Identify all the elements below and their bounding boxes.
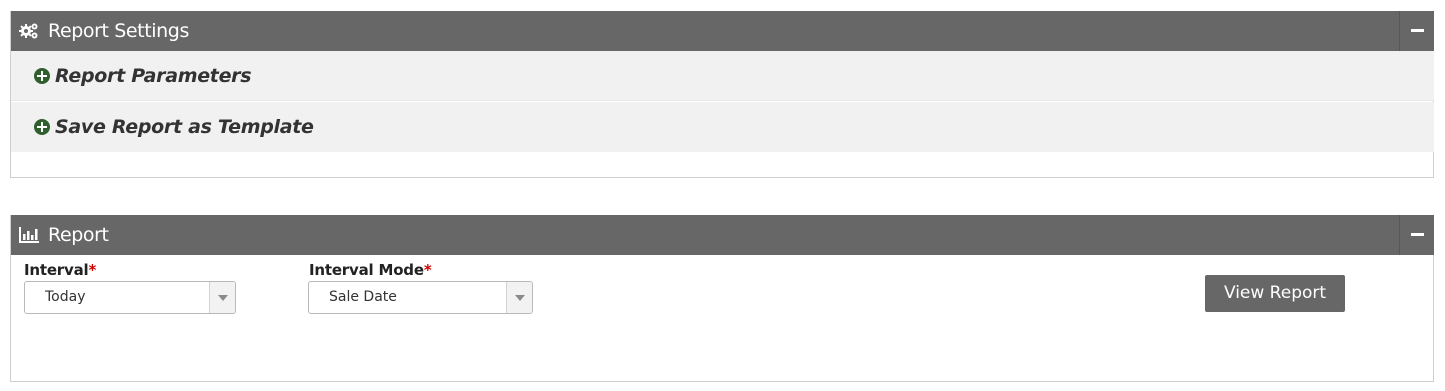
caret-down-icon — [218, 295, 228, 301]
required-mark: * — [88, 261, 97, 279]
interval-mode-label: Interval Mode* — [309, 261, 432, 279]
interval-select[interactable]: Today — [24, 281, 236, 314]
required-mark: * — [423, 261, 432, 279]
view-report-button[interactable]: View Report — [1205, 275, 1345, 312]
report-settings-header[interactable]: Report Settings — [11, 11, 1434, 51]
report-title: Report — [48, 224, 109, 246]
interval-mode-value: Sale Date — [329, 289, 397, 305]
minus-icon — [1411, 233, 1424, 236]
collapse-settings-button[interactable] — [1399, 11, 1434, 51]
interval-dropdown-button[interactable] — [209, 282, 235, 313]
save-template-section[interactable]: Save Report as Template — [11, 102, 1434, 152]
interval-mode-label-text: Interval Mode — [309, 261, 424, 279]
report-header[interactable]: Report — [11, 215, 1434, 255]
report-settings-title: Report Settings — [48, 20, 189, 42]
caret-down-icon — [515, 295, 525, 301]
report-parameters-section[interactable]: Report Parameters — [11, 51, 1434, 101]
collapse-report-button[interactable] — [1399, 215, 1434, 255]
report-settings-panel: Report Settings Report Parameters Save R… — [10, 11, 1434, 178]
gears-icon — [19, 23, 38, 39]
plus-circle-icon[interactable] — [34, 68, 50, 84]
report-panel: Report Interval* Today Interval Mode* Sa… — [10, 215, 1434, 382]
interval-label: Interval* — [24, 261, 96, 279]
plus-circle-icon[interactable] — [34, 119, 50, 135]
interval-value: Today — [45, 289, 86, 305]
save-template-label[interactable]: Save Report as Template — [55, 102, 314, 152]
interval-mode-select[interactable]: Sale Date — [308, 281, 533, 314]
report-parameters-label[interactable]: Report Parameters — [55, 51, 252, 101]
interval-mode-dropdown-button[interactable] — [506, 282, 532, 313]
interval-label-text: Interval — [24, 261, 89, 279]
minus-icon — [1411, 29, 1424, 32]
bar-chart-icon — [19, 227, 39, 243]
